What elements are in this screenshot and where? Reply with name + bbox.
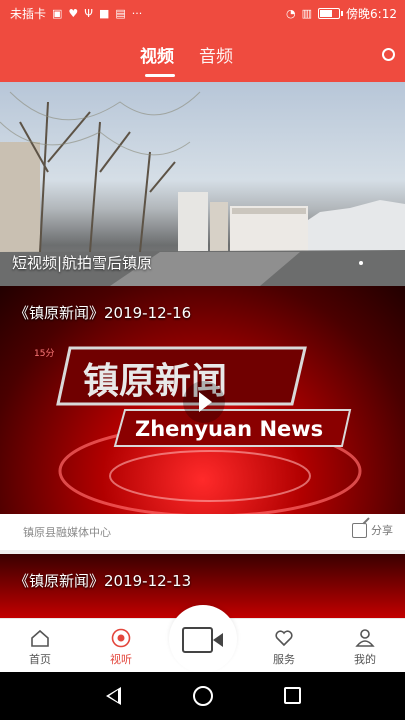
banner-caption: 短视频|航拍雪后镇原 [12,254,153,272]
signal-icon: ▥ [301,6,313,20]
usb-icon: Ψ [84,6,93,20]
notification-icon: ▤ [115,6,126,20]
carousel-indicator [359,261,363,265]
tab-video[interactable]: 视频 [140,42,174,67]
share-label: 分享 [371,524,393,537]
media-tabs: 视频 音频 [0,40,405,77]
system-nav-bar [0,672,405,720]
status-left: 未插卡 ▣ ♥ Ψ ■ ▤ ··· [10,5,142,22]
status-bar: 未插卡 ▣ ♥ Ψ ■ ▤ ··· ◔ ▥ 傍晚6:12 [0,0,405,28]
nav-item-service[interactable]: 服务 [254,619,314,673]
wifi-icon: ◔ [286,6,296,20]
more-icon: ··· [131,6,143,20]
nav-item-mine[interactable]: 我的 [335,619,395,673]
battery-icon [318,8,344,19]
home-icon [31,629,49,647]
nav-label: 首页 [29,653,51,666]
carrier-text: 未插卡 [10,7,47,21]
app-icon: ■ [98,6,110,20]
camera-button[interactable] [169,605,237,673]
hero-banner[interactable]: 短视频|航拍雪后镇原 [0,82,405,286]
play-circle-icon [111,628,131,648]
app-screen: 未插卡 ▣ ♥ Ψ ■ ▤ ··· ◔ ▥ 傍晚6:12 视频 音频 短视频|航… [0,0,405,720]
status-time: 傍晚6:12 [346,7,397,21]
nav-label: 我的 [354,653,376,666]
svg-text:15分: 15分 [34,348,54,359]
user-icon [355,629,375,647]
recent-apps-icon[interactable] [284,687,301,704]
tab-active-indicator [145,74,175,77]
video-card-title: 《镇原新闻》2019-12-13 [14,572,192,590]
share-icon [352,522,367,538]
video-card-meta: 镇原县融媒体中心 分享 [0,514,405,550]
play-button[interactable] [183,381,225,423]
nav-item-media[interactable]: 视听 [91,619,151,673]
tab-audio[interactable]: 音频 [199,42,233,67]
back-icon[interactable] [106,687,121,705]
nav-label: 服务 [273,653,295,666]
nav-item-home[interactable]: 首页 [10,619,70,673]
image-icon: ▣ [52,6,63,20]
search-icon[interactable] [382,48,395,61]
video-card[interactable]: 镇原新闻 Zhenyuan News 15分 《镇原新闻》2019-12-16 [0,286,405,514]
home-button-icon[interactable] [193,686,213,706]
share-button[interactable]: 分享 [352,522,393,538]
bottom-nav: 首页 视听 服务 我的 [0,605,405,673]
top-bar: 未插卡 ▣ ♥ Ψ ■ ▤ ··· ◔ ▥ 傍晚6:12 视频 音频 [0,0,405,82]
heart-icon: ♥ [68,6,79,20]
thumb-title-en: Zhenyuan News [135,417,323,441]
status-right: ◔ ▥ 傍晚6:12 [286,5,397,22]
video-source: 镇原县融媒体中心 [23,526,111,539]
heart-icon [275,630,293,647]
camera-icon [182,627,213,653]
nav-label: 视听 [110,653,132,666]
video-card-title: 《镇原新闻》2019-12-16 [14,304,192,322]
